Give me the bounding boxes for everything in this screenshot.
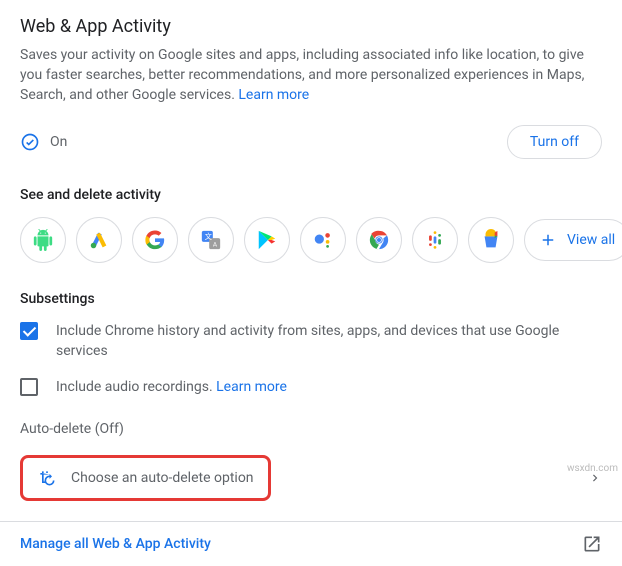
plus-icon — [539, 231, 557, 249]
status-row: On Turn off — [20, 125, 602, 159]
learn-more-link[interactable]: Learn more — [238, 87, 309, 103]
status-text: On — [50, 134, 67, 150]
auto-delete-highlight: Choose an auto-delete option — [20, 455, 271, 501]
auto-delete-option-label: Choose an auto-delete option — [71, 470, 254, 486]
google-shopping-icon[interactable] — [468, 217, 514, 263]
google-podcasts-icon[interactable] — [412, 217, 458, 263]
subsettings-heading: Subsettings — [20, 291, 602, 307]
chrome-history-checkbox[interactable] — [20, 322, 38, 340]
view-all-button[interactable]: View all — [524, 219, 622, 261]
chrome-icon[interactable] — [356, 217, 402, 263]
android-icon[interactable] — [20, 217, 66, 263]
subsetting-audio-recordings: Include audio recordings. Learn more — [20, 377, 602, 397]
auto-delete-icon — [37, 468, 57, 488]
view-all-label: View all — [567, 232, 615, 248]
manage-row: Manage all Web & App Activity — [20, 534, 602, 554]
auto-delete-option-row[interactable]: Choose an auto-delete option — [20, 449, 602, 507]
open-external-icon[interactable] — [582, 534, 602, 554]
chrome-history-label: Include Chrome history and activity from… — [56, 321, 602, 361]
status-indicator: On — [20, 132, 67, 152]
subsetting-chrome-history: Include Chrome history and activity from… — [20, 321, 602, 361]
google-search-icon[interactable] — [132, 217, 178, 263]
activity-heading: See and delete activity — [20, 187, 602, 203]
description: Saves your activity on Google sites and … — [20, 45, 602, 105]
google-play-icon[interactable] — [244, 217, 290, 263]
divider — [0, 521, 622, 522]
page-title: Web & App Activity — [20, 16, 602, 37]
checkmark-circle-icon — [20, 132, 40, 152]
google-ads-icon[interactable] — [76, 217, 122, 263]
auto-delete-heading: Auto-delete (Off) — [20, 421, 602, 437]
google-assistant-icon[interactable] — [300, 217, 346, 263]
audio-recordings-label: Include audio recordings. Learn more — [56, 377, 287, 397]
svg-text:文: 文 — [205, 232, 213, 241]
watermark: wsxdn.com — [567, 463, 618, 474]
audio-learn-more-link[interactable]: Learn more — [216, 379, 287, 395]
manage-activity-link[interactable]: Manage all Web & App Activity — [20, 536, 211, 552]
turn-off-button[interactable]: Turn off — [507, 125, 602, 159]
audio-recordings-checkbox[interactable] — [20, 378, 38, 396]
activity-icons-row: 文A View all — [20, 217, 602, 263]
google-translate-icon[interactable]: 文A — [188, 217, 234, 263]
